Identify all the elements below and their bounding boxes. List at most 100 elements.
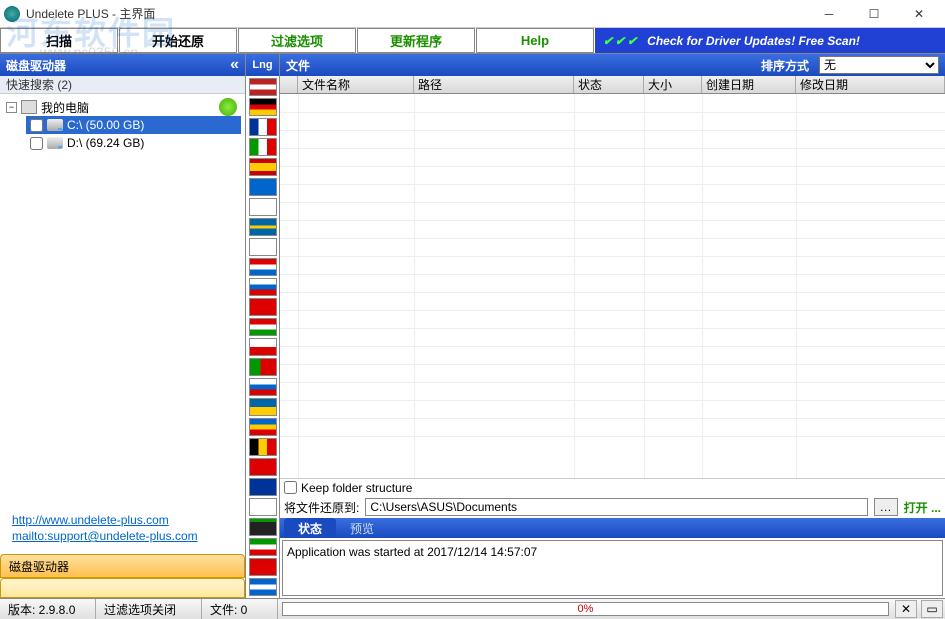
start-restore-button[interactable]: 开始还原 bbox=[119, 28, 237, 53]
status-bar: 版本: 2.9.8.0 过滤选项关闭 文件: 0 0% ✕ ▭ bbox=[0, 598, 945, 619]
tree-collapse-icon[interactable]: − bbox=[6, 102, 17, 113]
log-line: Application was started at 2017/12/14 14… bbox=[287, 545, 938, 559]
my-computer-label: 我的电脑 bbox=[41, 99, 89, 116]
flag-pt-icon[interactable] bbox=[249, 358, 277, 376]
tab-status[interactable]: 状态 bbox=[284, 518, 336, 538]
secondary-tab[interactable] bbox=[0, 578, 245, 598]
drive-icon bbox=[47, 137, 63, 149]
banner-text: Check for Driver Updates! Free Scan! bbox=[647, 34, 860, 48]
refresh-icon[interactable] bbox=[219, 98, 237, 116]
col-status[interactable]: 状态 bbox=[574, 76, 644, 93]
drive-d-label: D:\ (69.24 GB) bbox=[67, 136, 144, 150]
restore-path-input[interactable] bbox=[365, 498, 867, 516]
progress-percent: 0% bbox=[283, 603, 888, 615]
checkmarks-icon: ✔✔✔ bbox=[603, 34, 639, 48]
support-email-link[interactable]: mailto:support@undelete-plus.com bbox=[12, 528, 198, 544]
drives-header-label: 磁盘驱动器 bbox=[6, 57, 66, 74]
flag-de-icon[interactable] bbox=[249, 98, 277, 116]
tree-drive-c[interactable]: C:\ (50.00 GB) bbox=[26, 116, 241, 134]
restore-to-label: 将文件还原到: bbox=[284, 499, 359, 516]
files-label: 文件 bbox=[286, 57, 761, 74]
flag-nl-icon[interactable] bbox=[249, 258, 277, 276]
app-icon bbox=[4, 6, 20, 22]
update-button[interactable]: 更新程序 bbox=[357, 28, 475, 53]
flag-tr-icon[interactable] bbox=[249, 558, 277, 576]
left-tab-bar: 磁盘驱动器 bbox=[0, 554, 245, 598]
flag-ro-icon[interactable] bbox=[249, 418, 277, 436]
filter-button[interactable]: 过滤选项 bbox=[238, 28, 356, 53]
flag-it-icon[interactable] bbox=[249, 138, 277, 156]
help-button[interactable]: Help bbox=[476, 28, 594, 53]
main-toolbar: 扫描 开始还原 过滤选项 更新程序 Help ✔✔✔ Check for Dri… bbox=[0, 28, 945, 54]
flag-bg-icon[interactable] bbox=[249, 538, 277, 556]
collapse-icon[interactable]: « bbox=[230, 56, 239, 74]
flag-za-icon[interactable] bbox=[249, 518, 277, 536]
left-pane: 磁盘驱动器 « 快速搜索 (2) − 我的电脑 C:\ (50.00 GB) D… bbox=[0, 54, 246, 598]
sort-select[interactable]: 无 bbox=[819, 56, 939, 74]
flag-jp-icon[interactable] bbox=[249, 498, 277, 516]
flag-pl-icon[interactable] bbox=[249, 238, 277, 256]
keep-folder-row: Keep folder structure bbox=[280, 478, 945, 496]
restore-path-row: 将文件还原到: … 打开 ... bbox=[280, 496, 945, 518]
open-button[interactable]: 打开 ... bbox=[904, 499, 941, 516]
flag-fr-icon[interactable] bbox=[249, 118, 277, 136]
flag-be-icon[interactable] bbox=[249, 438, 277, 456]
window-title: Undelete PLUS - 主界面 bbox=[26, 5, 807, 22]
minimize-button[interactable]: ─ bbox=[807, 1, 851, 27]
col-size[interactable]: 大小 bbox=[644, 76, 702, 93]
computer-icon bbox=[21, 100, 37, 114]
flag-es-icon[interactable] bbox=[249, 158, 277, 176]
version-cell: 版本: 2.9.8.0 bbox=[0, 599, 96, 619]
column-headers: 文件名称 路径 状态 大小 创建日期 修改日期 bbox=[280, 76, 945, 94]
right-pane: 文件 排序方式 无 文件名称 路径 状态 大小 创建日期 修改日期 Keep f… bbox=[280, 54, 945, 598]
flag-us-icon[interactable] bbox=[249, 78, 277, 96]
flag-sk-icon[interactable] bbox=[249, 378, 277, 396]
drive-c-checkbox[interactable] bbox=[30, 119, 43, 132]
drives-header: 磁盘驱动器 « bbox=[0, 54, 245, 76]
window-titlebar: Undelete PLUS - 主界面 ─ ☐ ✕ bbox=[0, 0, 945, 28]
flag-fi-icon[interactable] bbox=[249, 198, 277, 216]
log-output: Application was started at 2017/12/14 14… bbox=[282, 540, 943, 596]
close-button[interactable]: ✕ bbox=[897, 1, 941, 27]
file-list-header: 文件 排序方式 无 bbox=[280, 54, 945, 76]
statusbar-button-2[interactable]: ▭ bbox=[921, 600, 943, 618]
tree-drive-d[interactable]: D:\ (69.24 GB) bbox=[26, 134, 241, 152]
flag-cn-icon[interactable] bbox=[249, 298, 277, 316]
filter-status-cell: 过滤选项关闭 bbox=[96, 599, 202, 619]
keep-folder-checkbox[interactable] bbox=[284, 481, 297, 494]
tab-preview[interactable]: 预览 bbox=[336, 518, 388, 538]
col-name[interactable]: 文件名称 bbox=[298, 76, 414, 93]
file-count-cell: 文件: 0 bbox=[202, 599, 278, 619]
flag-hu-icon[interactable] bbox=[249, 318, 277, 336]
scan-button[interactable]: 扫描 bbox=[0, 28, 118, 53]
statusbar-button-1[interactable]: ✕ bbox=[895, 600, 917, 618]
flag-list bbox=[246, 76, 279, 598]
flag-il-icon[interactable] bbox=[249, 578, 277, 596]
flag-se-icon[interactable] bbox=[249, 218, 277, 236]
drives-tab[interactable]: 磁盘驱动器 bbox=[0, 554, 245, 578]
browse-button[interactable]: … bbox=[874, 498, 898, 516]
col-checkbox[interactable] bbox=[280, 76, 298, 93]
language-header: Lng bbox=[246, 54, 279, 76]
tree-my-computer[interactable]: − 我的电脑 bbox=[4, 98, 241, 116]
flag-id-icon[interactable] bbox=[249, 338, 277, 356]
language-pane: Lng bbox=[246, 54, 280, 598]
col-created[interactable]: 创建日期 bbox=[702, 76, 796, 93]
flag-ua-icon[interactable] bbox=[249, 398, 277, 416]
col-path[interactable]: 路径 bbox=[414, 76, 574, 93]
drive-d-checkbox[interactable] bbox=[30, 137, 43, 150]
maximize-button[interactable]: ☐ bbox=[852, 1, 896, 27]
flag-gr-icon[interactable] bbox=[249, 178, 277, 196]
col-modified[interactable]: 修改日期 bbox=[796, 76, 945, 93]
driver-update-banner[interactable]: ✔✔✔ Check for Driver Updates! Free Scan! bbox=[595, 28, 945, 53]
drive-c-label: C:\ (50.00 GB) bbox=[67, 118, 144, 132]
quick-search-label: 快速搜索 (2) bbox=[0, 76, 245, 94]
file-list[interactable] bbox=[280, 94, 945, 478]
flag-tw-icon[interactable] bbox=[249, 458, 277, 476]
sort-label: 排序方式 bbox=[761, 57, 809, 74]
drive-tree: − 我的电脑 C:\ (50.00 GB) D:\ (69.24 GB) htt… bbox=[0, 94, 245, 554]
flag-ru-icon[interactable] bbox=[249, 278, 277, 296]
flag-eu-icon[interactable] bbox=[249, 478, 277, 496]
website-link[interactable]: http://www.undelete-plus.com bbox=[12, 512, 198, 528]
status-tab-bar: 状态 预览 bbox=[280, 518, 945, 538]
